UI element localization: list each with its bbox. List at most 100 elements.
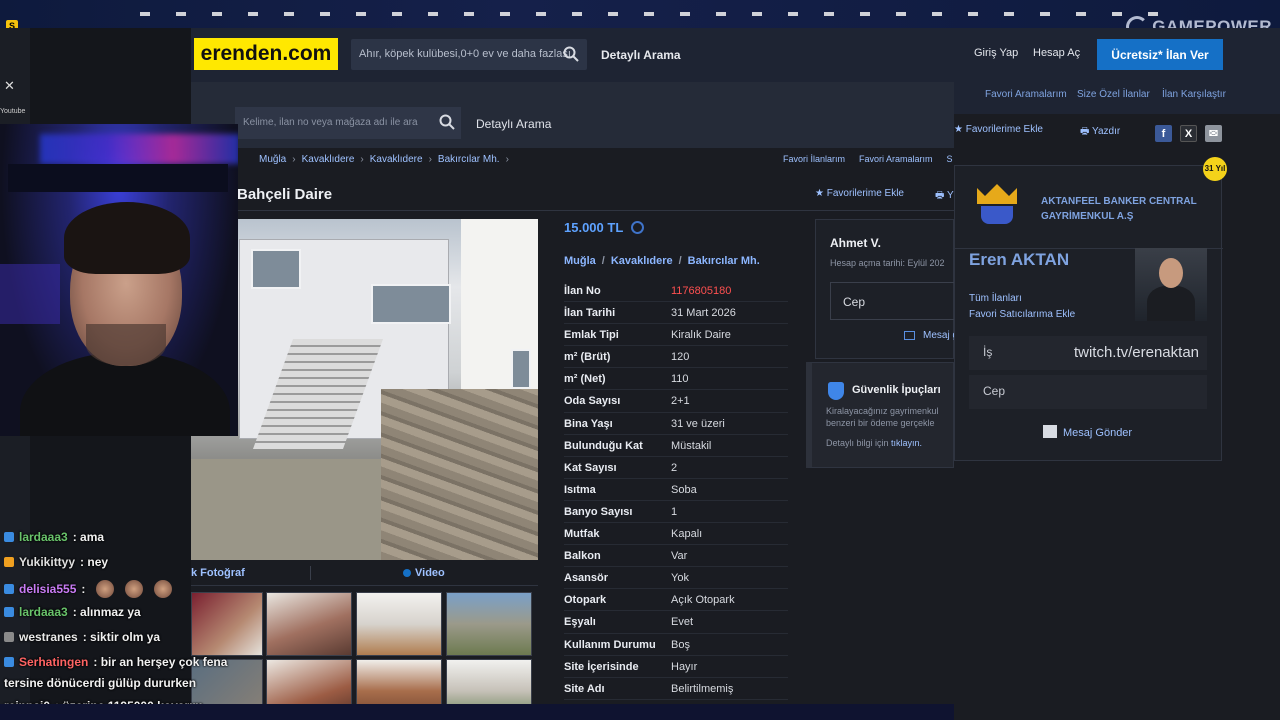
detail-key: İlan Tarihi (564, 307, 616, 320)
secondary-search-placeholder: Kelime, ilan no veya mağaza adı ile ara (243, 117, 418, 128)
favorite-searches-link[interactable]: Favori Aramalarım (859, 154, 933, 164)
store-print[interactable]: 🖶 Yazdır (1080, 124, 1120, 141)
secondary-advanced-search[interactable]: Detaylı Arama (476, 117, 551, 131)
truncated-link[interactable]: S (947, 154, 953, 164)
add-favorite-seller-link[interactable]: Favori Satıcılarıma Ekle (969, 309, 1075, 320)
chat-username[interactable]: westranes (19, 630, 78, 644)
photo-window (371, 284, 451, 324)
store-print-label: Yazdır (1092, 126, 1121, 137)
all-listings-link[interactable]: Tüm İlanları (969, 293, 1022, 304)
location-neighborhood[interactable]: Bakırcılar Mh. (688, 255, 760, 267)
compare-listings-link[interactable]: İlan Karşılaştır (1162, 89, 1226, 100)
video-icon (403, 569, 411, 577)
chat-message: delisia555: (4, 580, 173, 598)
register-link[interactable]: Hesap Aç (1033, 47, 1080, 59)
close-icon[interactable]: ✕ (4, 78, 15, 94)
store-name[interactable]: AKTANFEEL BANKER CENTRAL GAYRİMENKUL A.Ş (1041, 194, 1221, 224)
detail-row: Banyo Sayısı 1 (564, 501, 788, 524)
detail-value: Hayır (671, 660, 698, 673)
agent-photo (1135, 248, 1207, 321)
breadcrumb-separator: › (505, 154, 509, 165)
detail-row: Bina Yaşı 31 ve üzeri (564, 413, 788, 435)
detail-row: Otopark Açık Otopark (564, 589, 788, 612)
location-separator: / (678, 255, 682, 267)
detail-value: Müstakil (671, 439, 712, 452)
personal-listings-link[interactable]: Size Özel İlanlar (1077, 89, 1150, 100)
location-separator: / (601, 255, 605, 267)
secondary-search-input[interactable]: Kelime, ilan no veya mağaza adı ile ara (235, 107, 461, 139)
add-favorite-button[interactable]: ★ Favorilerime Ekle (815, 188, 904, 199)
work-phone-value: twitch.tv/erenaktan (1073, 344, 1199, 361)
facebook-icon[interactable]: f (1155, 125, 1172, 142)
chat-badge-icon (4, 632, 14, 642)
seller-name: Ahmet V. (830, 236, 881, 250)
chat-username[interactable]: lardaaa3 (19, 530, 68, 544)
safety-tips-link[interactable]: tıklayın. (891, 438, 922, 448)
seller-message-link[interactable]: Mesaj g (904, 330, 958, 341)
decorative-dashes (140, 12, 1160, 16)
youtube-label: Youtube (0, 108, 26, 115)
detail-row: Isıtma Soba (564, 479, 788, 501)
safety-tips-more-label: Detaylı bilgi için (826, 438, 889, 448)
print-button[interactable]: 🖶 Y (935, 188, 954, 205)
detail-value: Var (671, 550, 688, 563)
search-input[interactable]: Ahır, köpek kulübesi,0+0 ev ve daha fazl… (351, 39, 587, 70)
seller-phone-box[interactable]: Cep (830, 282, 960, 320)
chat-username[interactable]: Yukikittyy (19, 555, 75, 569)
post-ad-button[interactable]: Ücretsiz* İlan Ver (1097, 39, 1223, 70)
thumbnail[interactable] (446, 592, 532, 656)
chat-username[interactable]: delisia555 (19, 582, 76, 596)
breadcrumb-separator: › (360, 154, 364, 165)
detail-key: Site Adı (564, 682, 605, 695)
photo-window (251, 249, 301, 289)
breadcrumb-item[interactable]: Bakırcılar Mh. (438, 154, 500, 165)
search-icon[interactable] (563, 46, 579, 62)
tab-video-label: Video (415, 567, 445, 579)
detail-key: Bulunduğu Kat (564, 439, 643, 452)
detail-row: İlan Tarihi 31 Mart 2026 (564, 302, 788, 325)
chat-username[interactable]: lardaaa3 (19, 605, 68, 619)
breadcrumb-separator: › (428, 154, 432, 165)
search-icon[interactable] (439, 114, 455, 130)
mobile-phone-box[interactable]: Cep (969, 375, 1207, 409)
chat-emote-icon (96, 580, 115, 598)
year-badge: 31 Yıl (1203, 157, 1227, 181)
detail-value: Belirtilmemiş (671, 682, 734, 695)
favorite-searches-link[interactable]: Favori Aramalarım (985, 89, 1067, 100)
listing-details-table: İlan No 1176805180 İlan Tarihi 31 Mart 2026… (564, 280, 788, 700)
site-header: erenden.com Ahır, köpek kulübesi,0+0 ev … (191, 28, 1280, 82)
stream-top-strip: S GAMEPOWER (0, 0, 1280, 38)
detail-value: Soba (671, 483, 697, 496)
chat-message: Yukikittyy: ney (4, 555, 108, 569)
location-district[interactable]: Kavaklıdere (611, 255, 673, 267)
breadcrumb: Muğla › Kavaklıdere › Kavaklıdere › Bakırcı… (259, 154, 509, 165)
price-history-icon[interactable] (631, 221, 645, 234)
login-link[interactable]: Giriş Yap (974, 47, 1018, 59)
detail-key: Site İçerisinde (564, 660, 639, 673)
detail-row: Mutfak Kapalı (564, 523, 788, 546)
breadcrumb-item[interactable]: Kavaklıdere (370, 154, 423, 165)
send-message-label: Mesaj Gönder (1063, 427, 1133, 439)
breadcrumb-item[interactable]: Muğla (259, 154, 286, 165)
thumbnail[interactable] (356, 592, 442, 656)
breadcrumb-item[interactable]: Kavaklıdere (302, 154, 355, 165)
email-icon[interactable]: ✉ (1205, 125, 1222, 142)
chat-username[interactable]: Serhatingen (19, 655, 88, 669)
detail-row: Asansör Yok (564, 567, 788, 590)
x-icon[interactable]: X (1180, 125, 1197, 142)
breadcrumb-separator: › (292, 154, 296, 165)
advanced-search-link[interactable]: Detaylı Arama (601, 48, 681, 62)
detail-value: Kapalı (671, 528, 703, 541)
send-message-button[interactable]: Mesaj Gönder (1043, 425, 1132, 439)
favorite-listings-link[interactable]: Favori İlanlarım (783, 154, 845, 164)
site-logo[interactable]: erenden.com (194, 38, 338, 70)
print-label: Y (947, 190, 954, 201)
listing-main-photo[interactable] (191, 219, 538, 560)
location-city[interactable]: Muğla (564, 255, 596, 267)
divider (237, 210, 954, 211)
store-add-favorite[interactable]: ★ Favorilerime Ekle (954, 124, 1043, 135)
chat-text: : bir an herşey çok fena (93, 655, 228, 669)
thumbnail[interactable] (266, 592, 352, 656)
search-placeholder: Ahır, köpek kulübesi,0+0 ev ve daha fazl… (359, 48, 571, 60)
tab-video[interactable]: Video (403, 567, 445, 579)
